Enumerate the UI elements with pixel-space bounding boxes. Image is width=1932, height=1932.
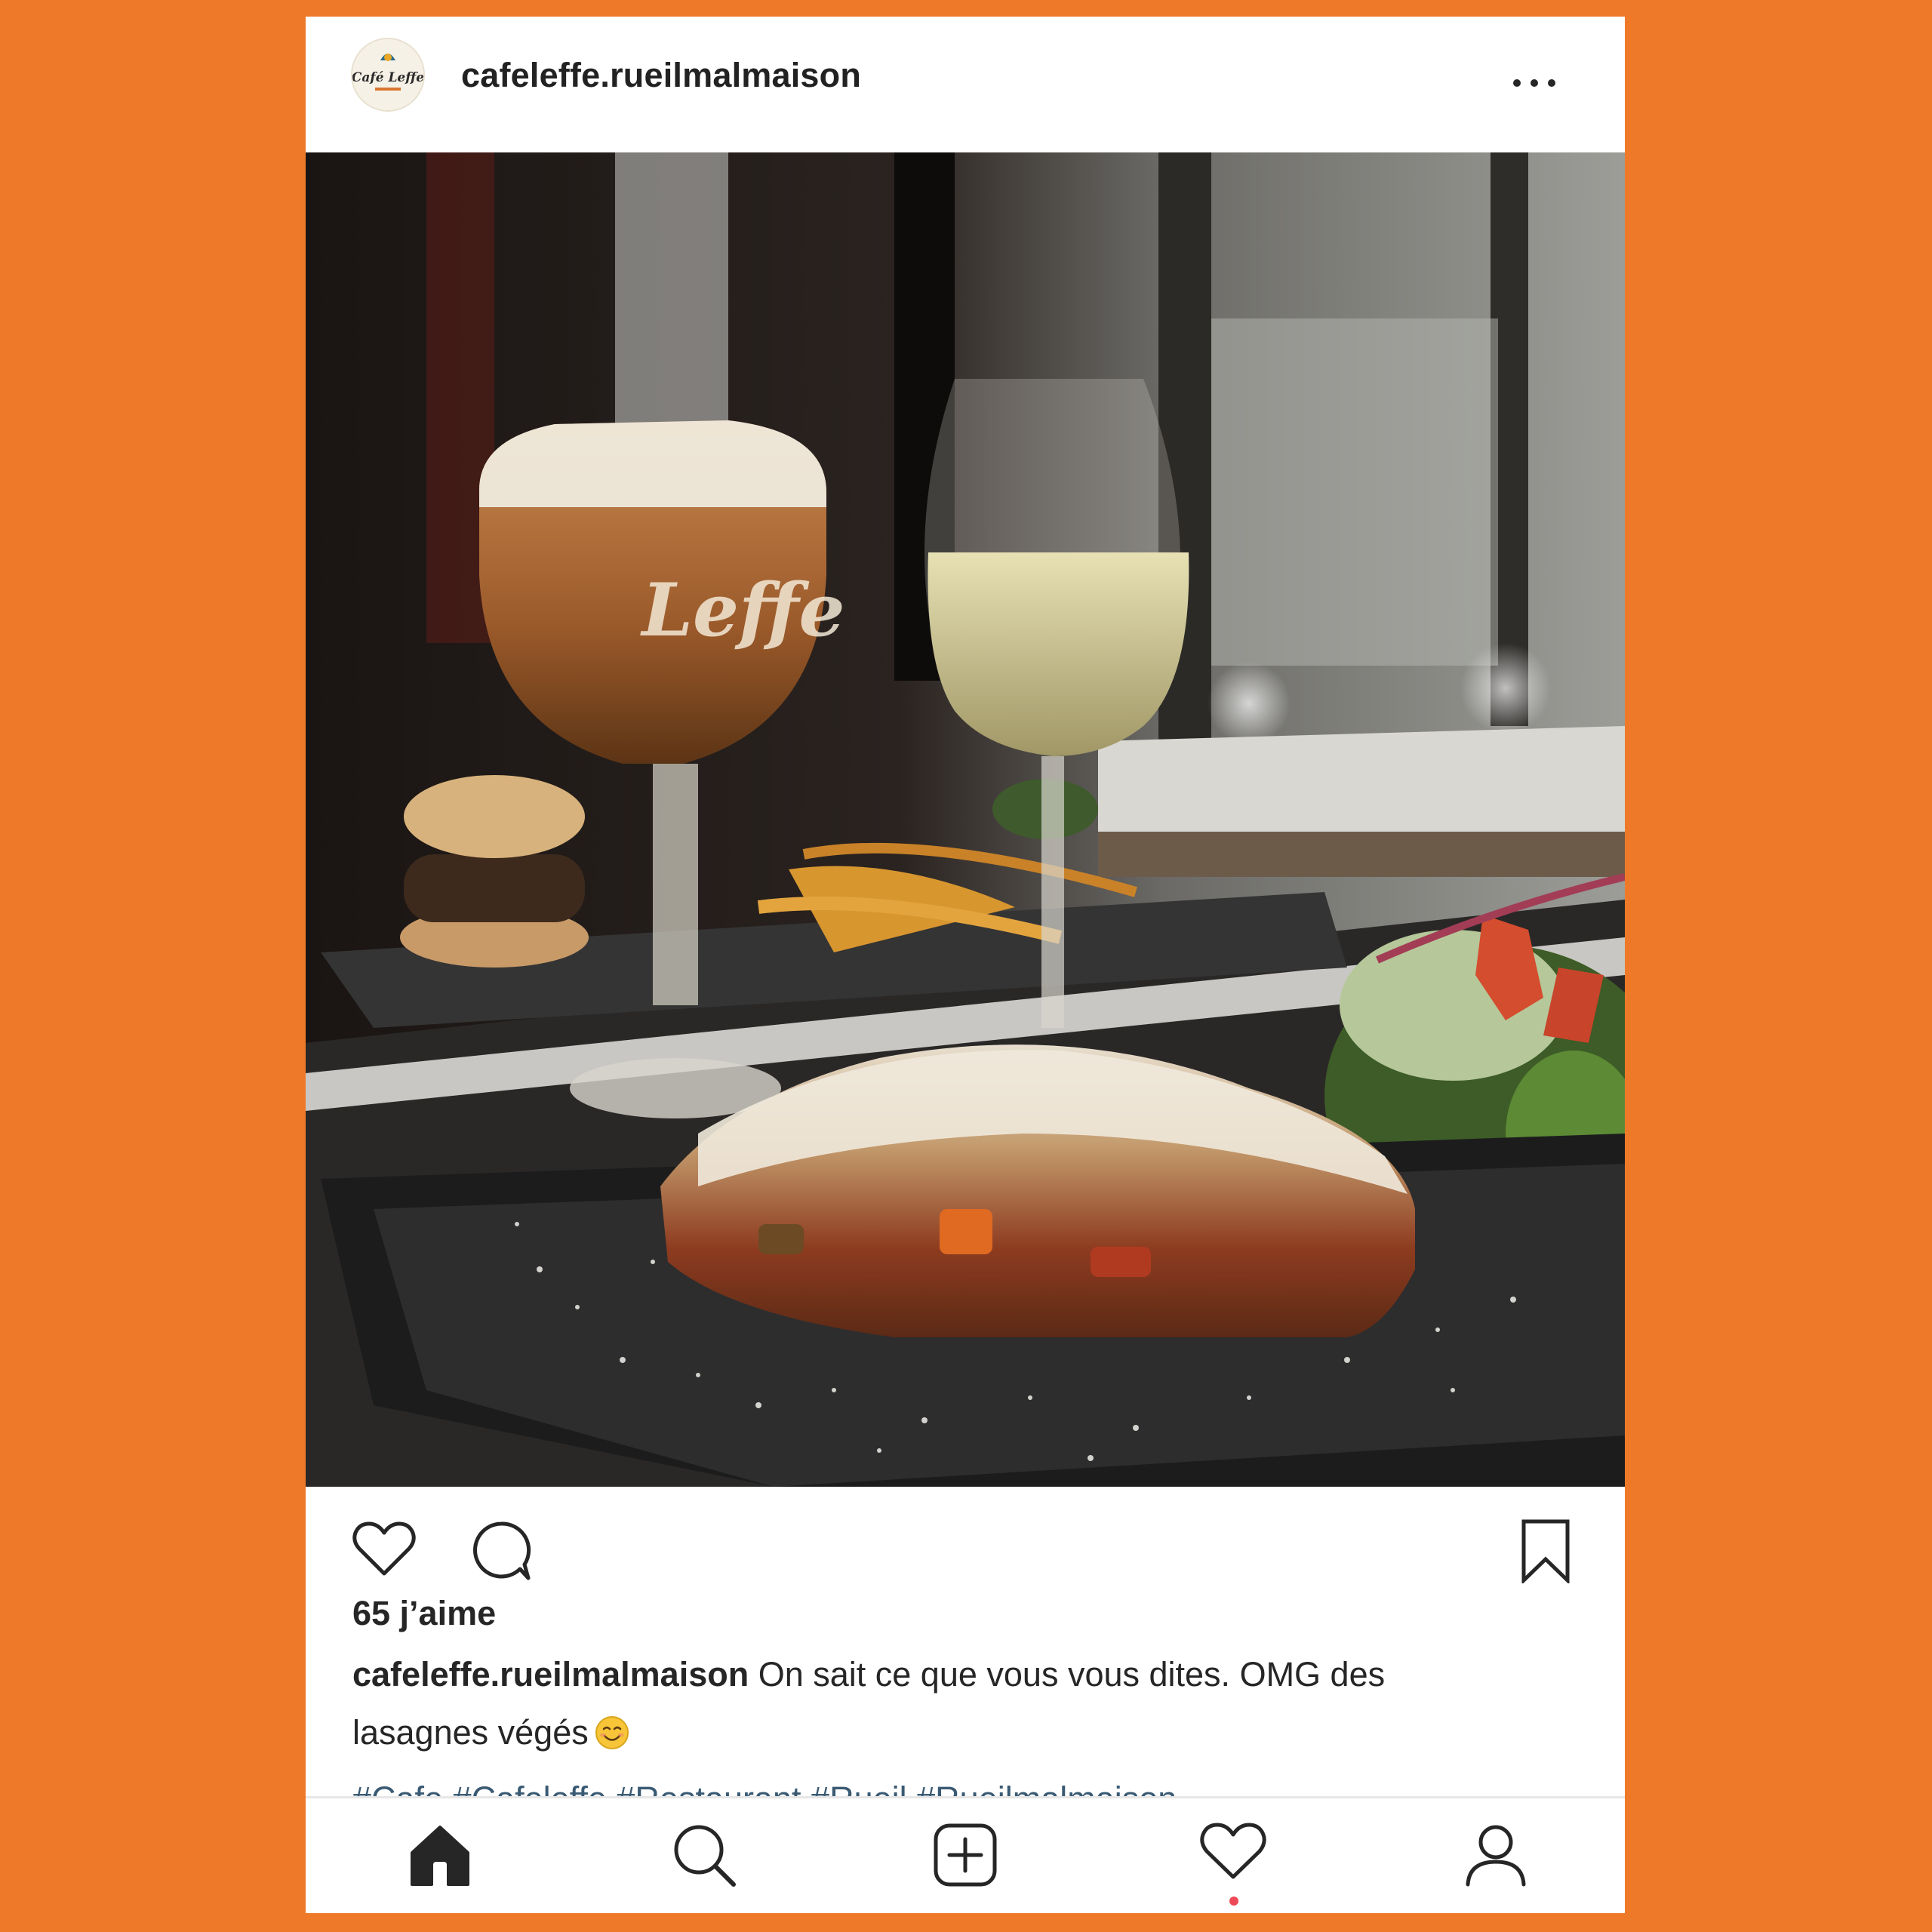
caption-username[interactable]: cafeleffe.rueilmalmaison (352, 1655, 749, 1694)
profile-icon[interactable] (1462, 1821, 1530, 1889)
post-caption: cafeleffe.rueilmalmaison On sait ce que … (352, 1645, 1500, 1761)
post-photo[interactable]: Leffe (306, 152, 1625, 1487)
activity-tab[interactable] (1199, 1821, 1267, 1906)
bookmark-icon[interactable] (1521, 1518, 1571, 1583)
new-post-icon[interactable] (931, 1821, 999, 1889)
notification-dot (1229, 1897, 1238, 1906)
svg-text:Leffe: Leffe (639, 568, 844, 653)
username[interactable]: cafeleffe.rueilmalmaison (461, 56, 861, 95)
avatar[interactable]: Café Leffe (351, 38, 425, 112)
cafe-leffe-logo: Café Leffe (352, 39, 423, 110)
instagram-post-card: Café Leffe cafeleffe.rueilmalmaison Leff… (306, 17, 1625, 1913)
post-header: Café Leffe cafeleffe.rueilmalmaison (306, 17, 1625, 152)
more-options-icon[interactable] (1512, 75, 1557, 91)
svg-text:Café Leffe: Café Leffe (352, 70, 423, 85)
post-actions (306, 1487, 1625, 1585)
comment-icon[interactable] (470, 1520, 532, 1582)
search-icon[interactable] (670, 1821, 738, 1889)
activity-heart-icon (1200, 1823, 1266, 1879)
likes-count[interactable]: 65 j’aime (352, 1594, 496, 1633)
home-icon[interactable] (406, 1821, 474, 1889)
heart-icon[interactable] (352, 1521, 416, 1578)
smiling-face-emoji-icon (595, 1716, 629, 1749)
bottom-navigation (306, 1796, 1625, 1913)
